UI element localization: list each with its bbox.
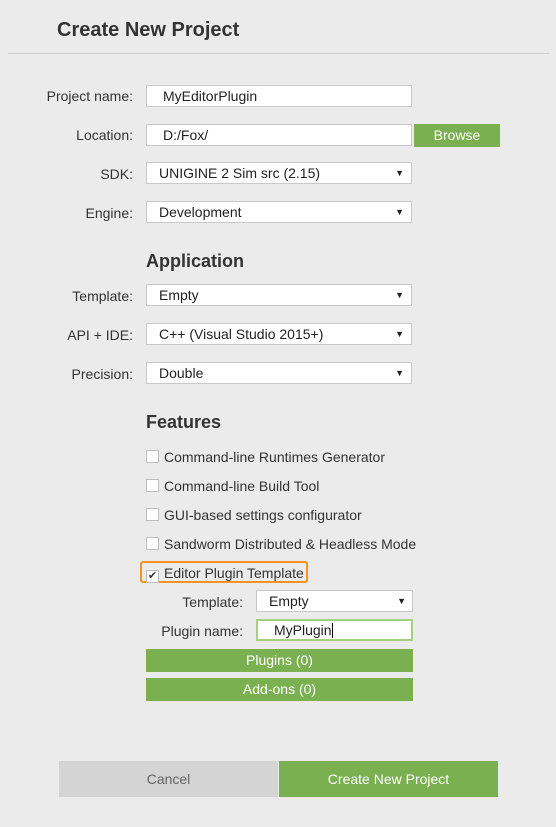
checkbox-checked[interactable]: ✔	[146, 570, 159, 583]
checkbox[interactable]	[146, 508, 159, 521]
feature-build-tool[interactable]: Command-line Build Tool	[146, 477, 319, 495]
location-label: Location:	[76, 127, 133, 143]
feature-editor-plugin-template[interactable]: ✔ Editor Plugin Template	[146, 564, 304, 583]
addons-button[interactable]: Add-ons (0)	[146, 678, 413, 701]
text-caret	[331, 623, 333, 638]
dropdown-arrow-icon: ▼	[397, 596, 406, 606]
location-input[interactable]: D:/Fox/	[146, 124, 412, 146]
plugins-button[interactable]: Plugins (0)	[146, 649, 413, 672]
dropdown-arrow-icon: ▼	[395, 368, 404, 378]
location-value: D:/Fox/	[163, 127, 209, 143]
dropdown-arrow-icon: ▼	[395, 290, 404, 300]
feature-label: Sandworm Distributed & Headless Mode	[164, 536, 417, 552]
sdk-select[interactable]: UNIGINE 2 Sim src (2.15) ▼	[146, 162, 412, 184]
dropdown-arrow-icon: ▼	[395, 207, 404, 217]
plugin-name-label: Plugin name:	[161, 623, 243, 639]
project-name-value: MyEditorPlugin	[163, 88, 258, 104]
application-heading: Application	[146, 251, 244, 271]
sdk-value: UNIGINE 2 Sim src (2.15)	[159, 165, 321, 181]
title-divider	[8, 53, 549, 54]
api-ide-value: C++ (Visual Studio 2015+)	[159, 326, 324, 342]
api-ide-label: API + IDE:	[67, 327, 133, 343]
feature-sandworm[interactable]: Sandworm Distributed & Headless Mode	[146, 535, 416, 553]
api-ide-select[interactable]: C++ (Visual Studio 2015+) ▼	[146, 323, 412, 345]
checkbox[interactable]	[146, 537, 159, 550]
features-heading: Features	[146, 412, 222, 432]
feature-label: Command-line Build Tool	[164, 478, 320, 494]
checkbox[interactable]	[146, 450, 159, 463]
engine-value: Development	[159, 204, 242, 220]
plugin-name-value: MyPlugin	[274, 622, 332, 638]
template-label: Template:	[72, 288, 133, 304]
plugin-name-input[interactable]: MyPlugin	[256, 619, 413, 641]
dropdown-arrow-icon: ▼	[395, 168, 404, 178]
precision-label: Precision:	[71, 366, 133, 382]
plugin-template-select[interactable]: Empty ▼	[256, 590, 413, 612]
precision-select[interactable]: Double ▼	[146, 362, 412, 384]
dialog-title: Create New Project	[57, 19, 240, 41]
feature-label: Editor Plugin Template	[164, 565, 304, 581]
template-select[interactable]: Empty ▼	[146, 284, 412, 306]
sdk-label: SDK:	[100, 166, 133, 182]
project-name-input[interactable]: MyEditorPlugin	[146, 85, 412, 107]
feature-label: Command-line Runtimes Generator	[164, 449, 385, 465]
plugin-template-value: Empty	[269, 593, 309, 609]
browse-button[interactable]: Browse	[414, 124, 500, 147]
project-name-label: Project name:	[46, 88, 133, 104]
feature-label: GUI-based settings configurator	[164, 507, 362, 523]
checkbox[interactable]	[146, 479, 159, 492]
feature-runtimes-generator[interactable]: Command-line Runtimes Generator	[146, 448, 385, 466]
feature-settings-configurator[interactable]: GUI-based settings configurator	[146, 506, 362, 524]
plugin-template-label: Template:	[182, 594, 243, 610]
dropdown-arrow-icon: ▼	[395, 329, 404, 339]
engine-select[interactable]: Development ▼	[146, 201, 412, 223]
checkmark-icon: ✔	[147, 570, 158, 582]
cancel-button[interactable]: Cancel	[59, 761, 278, 797]
precision-value: Double	[159, 365, 204, 381]
template-value: Empty	[159, 287, 199, 303]
create-project-button[interactable]: Create New Project	[279, 761, 498, 797]
engine-label: Engine:	[85, 205, 133, 221]
